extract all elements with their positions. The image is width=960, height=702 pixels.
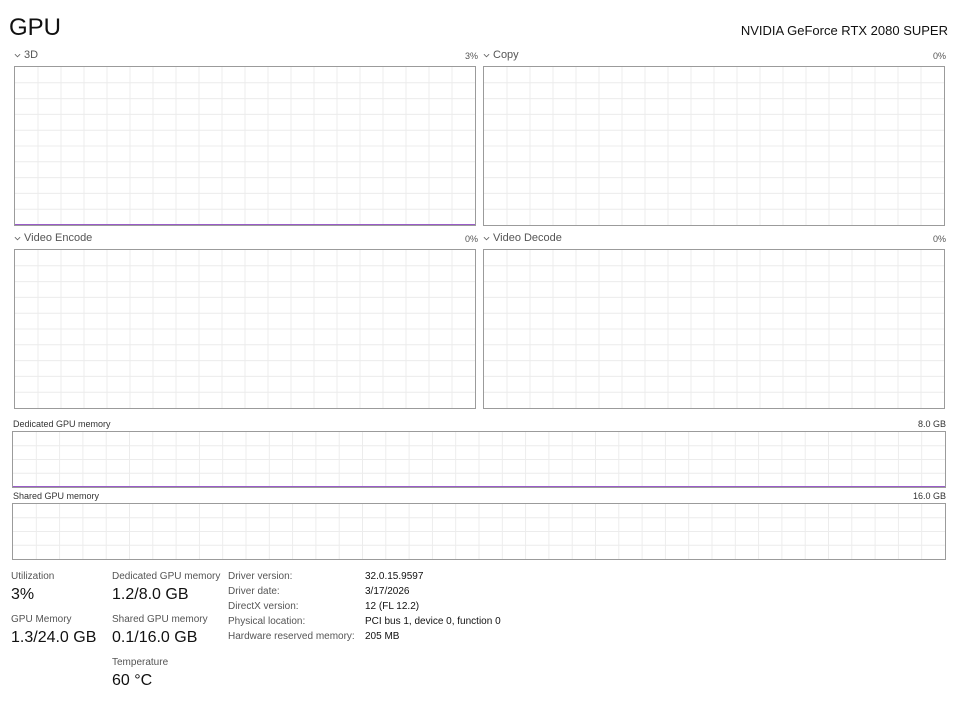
graph-video-encode <box>14 249 476 409</box>
graph-video-decode-value: 0% <box>932 234 946 244</box>
shared-memory-label: Shared GPU memory <box>112 614 208 625</box>
chevron-down-icon <box>483 53 490 57</box>
shared-memory-graph-label: Shared GPU memory <box>13 491 100 501</box>
gpu-model-name: NVIDIA GeForce RTX 2080 SUPER <box>740 23 948 38</box>
chevron-down-icon <box>14 236 21 240</box>
dedicated-memory-label: Dedicated GPU memory <box>112 571 221 582</box>
graph-copy-grid <box>484 67 944 225</box>
graph-copy-header[interactable]: Copy <box>483 49 519 61</box>
directx-version-label: DirectX version: <box>228 601 299 612</box>
graph-shared-memory <box>12 503 946 560</box>
driver-version-value: 32.0.15.9597 <box>365 571 424 582</box>
utilization-value: 3% <box>11 586 35 603</box>
graph-3d-grid <box>15 67 475 225</box>
dedicated-memory-value: 1.2/8.0 GB <box>112 586 189 603</box>
graph-copy <box>483 66 945 226</box>
graph-shared-memory-plot <box>13 504 945 559</box>
graph-video-decode-header[interactable]: Video Decode <box>483 232 562 244</box>
dedicated-memory-graph-max: 8.0 GB <box>917 419 946 429</box>
graph-copy-plot <box>484 67 944 225</box>
gpu-memory-label: GPU Memory <box>11 614 72 625</box>
graph-3d-plot <box>15 67 475 225</box>
driver-version-label: Driver version: <box>228 571 293 582</box>
graph-3d-label: 3D <box>24 49 39 61</box>
graph-dedicated-memory-plot <box>13 432 945 487</box>
graph-video-decode-grid <box>484 250 944 408</box>
shared-memory-graph-max: 16.0 GB <box>912 491 946 501</box>
graph-video-encode-value: 0% <box>464 234 478 244</box>
chevron-down-icon <box>14 53 21 57</box>
temperature-value: 60 °C <box>112 672 153 689</box>
graph-video-decode <box>483 249 945 409</box>
physical-location-label: Physical location: <box>228 616 306 627</box>
physical-location-value: PCI bus 1, device 0, function 0 <box>365 616 501 627</box>
chevron-down-icon <box>483 236 490 240</box>
hardware-reserved-memory-label: Hardware reserved memory: <box>228 631 355 642</box>
graph-shared-memory-grid <box>13 504 945 559</box>
gpu-memory-value: 1.3/24.0 GB <box>11 629 97 646</box>
utilization-label: Utilization <box>11 571 55 582</box>
shared-memory-value: 0.1/16.0 GB <box>112 629 198 646</box>
graph-video-encode-plot <box>15 250 475 408</box>
page-title: GPU <box>9 14 62 41</box>
driver-date-label: Driver date: <box>228 586 280 597</box>
graph-3d-header[interactable]: 3D <box>14 49 38 61</box>
dedicated-memory-graph-label: Dedicated GPU memory <box>13 419 111 429</box>
graph-video-encode-header[interactable]: Video Encode <box>14 232 92 244</box>
driver-date-value: 3/17/2026 <box>365 586 410 597</box>
graph-video-decode-plot <box>484 250 944 408</box>
graph-video-decode-label: Video Decode <box>493 232 562 244</box>
graph-dedicated-memory <box>12 431 946 488</box>
graph-3d-value: 3% <box>464 51 478 61</box>
hardware-reserved-memory-value: 205 MB <box>365 631 400 642</box>
graph-dedicated-memory-grid <box>13 432 945 487</box>
graph-copy-label: Copy <box>493 49 519 61</box>
directx-version-value: 12 (FL 12.2) <box>365 601 420 612</box>
graph-video-encode-grid <box>15 250 475 408</box>
graph-video-encode-label: Video Encode <box>24 232 93 244</box>
temperature-label: Temperature <box>112 657 169 668</box>
graph-copy-value: 0% <box>932 51 946 61</box>
graph-3d <box>14 66 476 226</box>
